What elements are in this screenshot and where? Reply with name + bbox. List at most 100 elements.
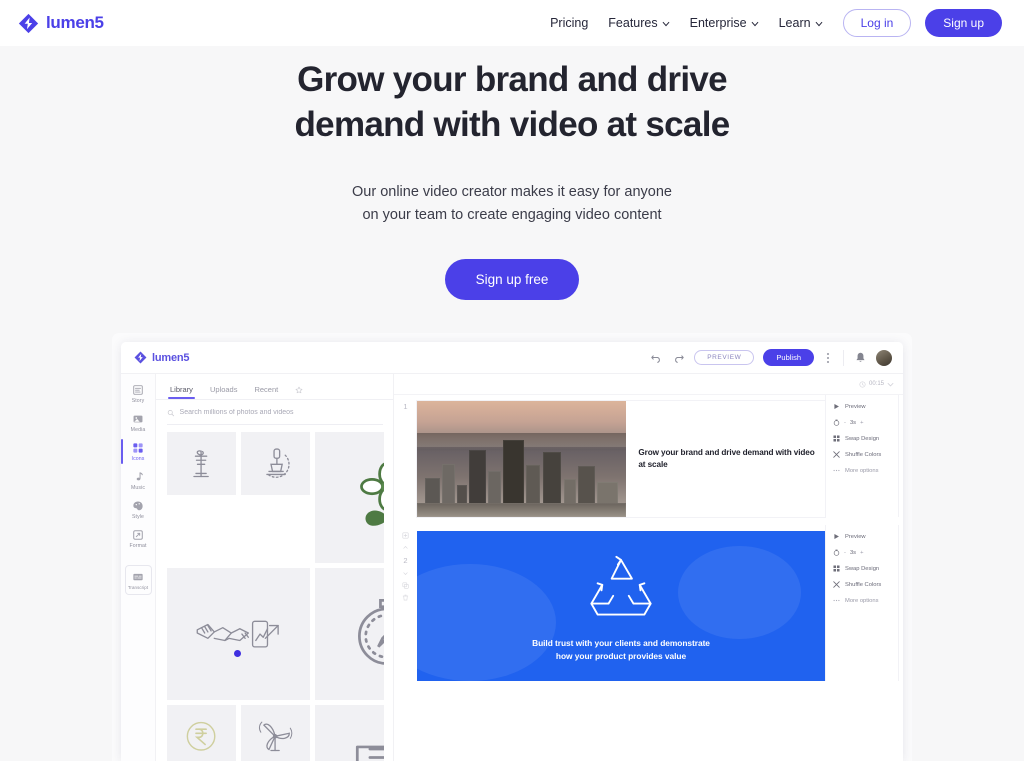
- nav-link-enterprise[interactable]: Enterprise: [690, 16, 759, 30]
- media-image-icon: [133, 415, 143, 423]
- tab-recent[interactable]: Recent: [254, 385, 278, 399]
- nav-link-features[interactable]: Features: [608, 16, 669, 30]
- scene-1-shuffle-colors-option[interactable]: Shuffle Colors: [833, 451, 903, 458]
- sidebar-item-icons[interactable]: Icons: [121, 437, 155, 466]
- sidebar-item-music[interactable]: Music: [121, 466, 155, 495]
- library-search-bar[interactable]: [167, 409, 383, 425]
- editor-brand-logo[interactable]: lumen5: [134, 351, 190, 364]
- chat-bubbles-icon: [355, 745, 384, 761]
- icon-result-caduceus-medical[interactable]: [167, 431, 236, 496]
- icon-result-microscope[interactable]: [240, 431, 310, 496]
- scene-2-more-options[interactable]: More options: [833, 597, 903, 604]
- signup-free-button[interactable]: Sign up free: [444, 258, 580, 300]
- scene-1-shuffle-colors-label: Shuffle Colors: [845, 451, 882, 458]
- stopwatch-icon: [833, 419, 840, 426]
- scene-1-stage[interactable]: Grow your brand and drive demand with vi…: [417, 395, 825, 517]
- sidebar-item-format-label: Format: [129, 543, 147, 549]
- storyboard-canvas: 00:15 1 Grow your brand and drive demand…: [394, 374, 903, 761]
- move-up-icon[interactable]: [402, 544, 409, 551]
- library-panel: Library Uploads Recent: [156, 374, 394, 761]
- duplicate-scene-icon[interactable]: [402, 582, 409, 589]
- library-tabs: Library Uploads Recent: [156, 374, 393, 400]
- undo-icon[interactable]: [650, 351, 663, 364]
- play-icon: [834, 534, 839, 539]
- editor-body: Story Media Icons Music Style Format Tra…: [121, 374, 903, 761]
- scene-1-duration-control[interactable]: - 3s +: [833, 419, 903, 426]
- swap-design-icon: [833, 435, 840, 442]
- sidebar-item-style[interactable]: Style: [121, 495, 155, 524]
- hero-section: Grow your brand and drive demand with vi…: [0, 46, 1024, 300]
- publish-button[interactable]: Publish: [763, 349, 814, 366]
- rupee-coin-icon: [187, 721, 216, 751]
- login-button[interactable]: Log in: [842, 9, 912, 37]
- scene-2-swap-design-option[interactable]: Swap Design: [833, 565, 903, 572]
- scene-1-duration-value: 3s: [849, 419, 857, 426]
- avatar[interactable]: [876, 349, 892, 366]
- scene-2-swap-design-label: Swap Design: [845, 565, 880, 572]
- tab-library[interactable]: Library: [168, 385, 195, 399]
- delete-scene-icon[interactable]: [402, 594, 409, 601]
- nav-link-pricing[interactable]: Pricing: [550, 16, 588, 30]
- scene-2-duration-plus[interactable]: +: [860, 550, 863, 556]
- scene-2-preview-option[interactable]: Preview: [833, 533, 903, 540]
- sidebar-item-format[interactable]: Format: [121, 524, 155, 553]
- icon-result-wind-turbine[interactable]: [240, 704, 310, 761]
- compass-icon: [357, 598, 384, 665]
- signup-button[interactable]: Sign up: [925, 9, 1002, 37]
- scene-1-swap-design-option[interactable]: Swap Design: [833, 435, 903, 442]
- sidebar-item-story[interactable]: Story: [121, 379, 155, 408]
- redo-icon[interactable]: [672, 351, 685, 364]
- icon-result-compass[interactable]: [314, 568, 384, 700]
- decorative-blob: [678, 546, 801, 639]
- icon-result-rupee-coin[interactable]: [167, 704, 236, 761]
- scene-2-slide[interactable]: Build trust with your clients and demons…: [417, 531, 825, 681]
- scene-2-duration-value: 3s: [849, 549, 857, 556]
- move-down-icon[interactable]: [402, 570, 409, 577]
- scene-1-background-photo: [417, 401, 627, 517]
- icon-result-flower-plant[interactable]: [314, 431, 384, 564]
- icon-result-handshake[interactable]: [167, 568, 310, 700]
- nav-link-learn[interactable]: Learn: [779, 16, 823, 30]
- caduceus-medical-icon: [193, 450, 210, 478]
- scene-2-duration-control[interactable]: - 3s +: [833, 549, 903, 556]
- scene-1-preview-option[interactable]: Preview: [833, 403, 903, 410]
- star-icon[interactable]: [295, 386, 303, 394]
- scene-1-duration-minus[interactable]: -: [844, 420, 846, 426]
- city-foreground: [417, 503, 627, 517]
- ellipsis-icon: [833, 599, 840, 602]
- total-duration-badge[interactable]: 00:15: [859, 380, 894, 388]
- tab-uploads[interactable]: Uploads: [210, 385, 238, 399]
- scene-1-text: Grow your brand and drive demand with vi…: [638, 448, 815, 469]
- scene-2-duration-minus[interactable]: -: [844, 550, 846, 556]
- shuffle-icon: [833, 451, 840, 458]
- sidebar-item-media[interactable]: Media: [121, 408, 155, 437]
- editor-header: lumen5 PREVIEW Publish: [121, 342, 903, 374]
- scene-1-slide[interactable]: Grow your brand and drive demand with vi…: [417, 401, 825, 517]
- mouse-cursor-dot: [234, 649, 242, 657]
- kebab-menu-icon[interactable]: [823, 351, 833, 365]
- brand-logo[interactable]: lumen5: [18, 13, 104, 34]
- scene-1-text-block[interactable]: Grow your brand and drive demand with vi…: [626, 401, 825, 517]
- chevron-down-icon: [815, 21, 822, 26]
- scene-1-duration-plus[interactable]: +: [860, 420, 863, 426]
- scene-1-more-options[interactable]: More options: [833, 467, 903, 474]
- scene-2-text-block[interactable]: Build trust with your clients and demons…: [532, 637, 710, 662]
- search-input[interactable]: [179, 409, 383, 417]
- shuffle-icon: [833, 581, 840, 588]
- scene-2-shuffle-colors-option[interactable]: Shuffle Colors: [833, 581, 903, 588]
- subtitle-line-2: on your team to create engaging video co…: [362, 206, 662, 223]
- chevron-down-icon: [887, 382, 894, 386]
- scene-2-stage[interactable]: Build trust with your clients and demons…: [417, 525, 825, 681]
- ellipsis-icon: [833, 469, 840, 472]
- canvas-toolbar: 00:15: [394, 374, 903, 395]
- preview-button[interactable]: PREVIEW: [694, 350, 755, 365]
- bell-icon[interactable]: [854, 351, 867, 364]
- sidebar-item-icons-label: Icons: [131, 456, 145, 462]
- icon-result-chat-bubbles[interactable]: [314, 704, 384, 761]
- page-title: Grow your brand and drive demand with vi…: [0, 58, 1024, 148]
- scene-1-options-panel: Preview - 3s + Swap Design Shuffle Color…: [825, 395, 903, 517]
- editor-brand-name: lumen5: [152, 351, 190, 364]
- scene-2-gutter: 2: [394, 525, 417, 681]
- sidebar-item-transcript[interactable]: Transcript: [124, 565, 152, 595]
- add-scene-icon[interactable]: [402, 532, 409, 539]
